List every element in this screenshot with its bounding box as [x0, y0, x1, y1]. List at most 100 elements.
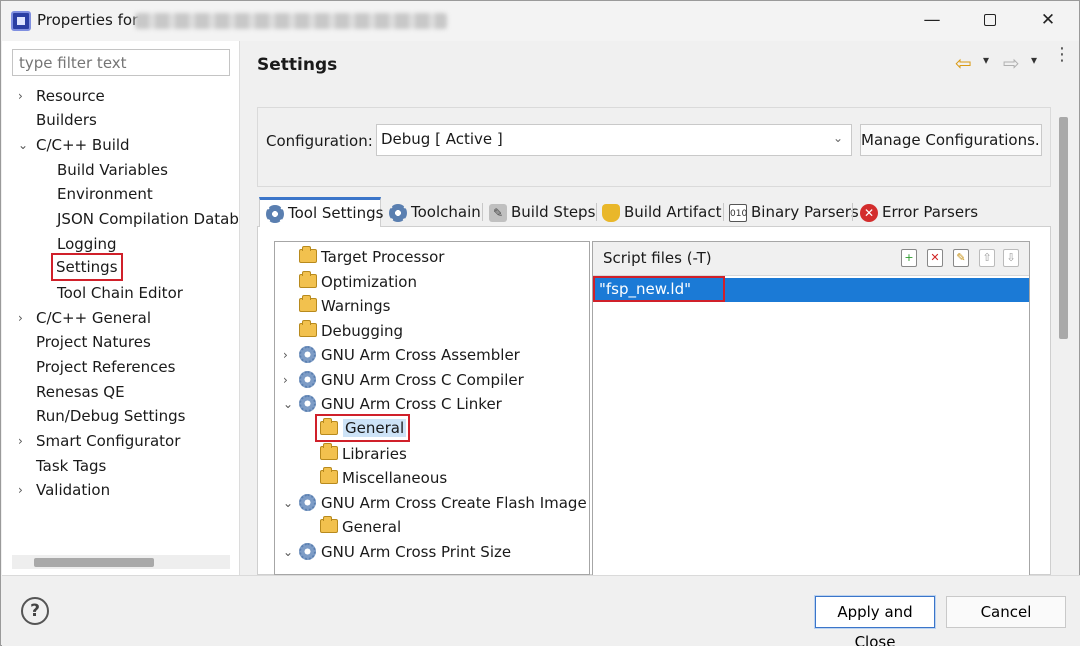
maximize-button[interactable]: [961, 1, 1019, 41]
gear-icon: [299, 543, 316, 560]
tree-item-warnings[interactable]: Warnings: [299, 294, 391, 318]
filter-input[interactable]: [12, 49, 230, 76]
close-button[interactable]: ✕: [1019, 1, 1077, 41]
app-icon: [11, 11, 31, 31]
move-down-icon[interactable]: ⇩: [1003, 249, 1019, 267]
nav-item-renesas-qe[interactable]: Renesas QE: [36, 380, 125, 404]
folder-icon: [299, 320, 317, 337]
cancel-button[interactable]: Cancel: [946, 596, 1066, 628]
forward-arrow-icon[interactable]: ⇨: [1003, 51, 1020, 75]
nav-item-resource[interactable]: › Resource: [18, 84, 105, 108]
folder-icon: [299, 271, 317, 288]
tab-tool-settings[interactable]: Tool Settings: [259, 197, 383, 228]
tree-item-gnu-arm-cross-create-flash-image[interactable]: GNU Arm Cross Create Flash Image: [299, 491, 587, 515]
tree-item-target-processor[interactable]: Target Processor: [299, 245, 444, 269]
tab-binary-parsers[interactable]: 010 Binary Parsers: [723, 199, 859, 227]
properties-dialog: Properties for — ✕ › Resource Builders ⌄…: [0, 0, 1080, 646]
chevron-down-icon[interactable]: ⌄: [283, 392, 293, 416]
tab-toolchain[interactable]: Toolchain: [383, 199, 481, 227]
nav-item-project-references[interactable]: Project References: [36, 355, 175, 379]
scrollbar-thumb[interactable]: [34, 558, 154, 567]
tree-item-label: Miscellaneous: [342, 469, 448, 487]
tab-label: Error Parsers: [882, 203, 979, 221]
move-up-icon[interactable]: ⇧: [979, 249, 995, 267]
folder-icon: [299, 246, 317, 263]
configuration-select[interactable]: Debug [ Active ] ⌄: [376, 124, 852, 156]
nav-item-project-natures[interactable]: Project Natures: [36, 330, 151, 354]
tree-item-debugging[interactable]: Debugging: [299, 319, 403, 343]
dialog-button-bar: ? Apply and Close Cancel: [2, 575, 1080, 646]
tab-build-steps[interactable]: ✎ Build Steps: [483, 199, 595, 227]
tree-item-linker-general[interactable]: General: [315, 414, 411, 442]
chevron-right-icon[interactable]: ›: [283, 368, 288, 392]
edit-icon[interactable]: ✎: [953, 249, 969, 267]
nav-item-smart-configurator[interactable]: › Smart Configurator: [18, 429, 180, 453]
nav-item-task-tags[interactable]: Task Tags: [36, 454, 106, 478]
tool-settings-panel: Target Processor Optimization Warnings D…: [257, 227, 1051, 575]
apply-and-close-button[interactable]: Apply and Close: [814, 595, 936, 646]
nav-item-label: Smart Configurator: [36, 432, 181, 450]
chevron-down-icon[interactable]: ⌄: [18, 133, 28, 157]
nav-item-tool-chain-editor[interactable]: Tool Chain Editor: [57, 281, 183, 305]
nav-item-builders[interactable]: Builders: [36, 108, 97, 132]
minimize-button[interactable]: —: [903, 1, 961, 41]
chevron-down-icon[interactable]: ⌄: [283, 491, 293, 515]
nav-item-validation[interactable]: › Validation: [18, 478, 110, 502]
wrench-icon: ✎: [489, 204, 507, 222]
tree-item-label: GNU Arm Cross C Linker: [321, 395, 502, 413]
tree-item-label: GNU Arm Cross Assembler: [321, 346, 520, 364]
tab-label: Toolchain: [411, 203, 481, 221]
gear-icon: [299, 494, 316, 511]
forward-history-dropdown-icon[interactable]: ▾: [1031, 53, 1037, 67]
tree-item-gnu-arm-cross-print-size[interactable]: GNU Arm Cross Print Size: [299, 540, 511, 564]
binary-icon: 010: [729, 204, 747, 222]
back-history-dropdown-icon[interactable]: ▾: [983, 53, 989, 67]
property-page-tree: › Resource Builders ⌄ C/C++ Build Build …: [2, 41, 240, 575]
tab-build-artifact[interactable]: Build Artifact: [596, 199, 722, 227]
tree-item-libraries[interactable]: Libraries: [320, 442, 407, 466]
tree-item-label: Libraries: [342, 445, 407, 463]
scrollbar-thumb[interactable]: [1059, 117, 1068, 339]
help-icon[interactable]: ?: [21, 597, 49, 625]
chevron-right-icon[interactable]: ›: [18, 84, 23, 108]
script-file-entry[interactable]: "fsp_new.ld": [593, 276, 725, 302]
tree-item-gnu-arm-cross-c-compiler[interactable]: GNU Arm Cross C Compiler: [299, 368, 524, 392]
gear-icon: [299, 371, 316, 388]
chevron-down-icon: ⌄: [832, 131, 843, 145]
tab-separator: [852, 203, 853, 221]
nav-item-environment[interactable]: Environment: [57, 182, 153, 206]
tree-item-miscellaneous[interactable]: Miscellaneous: [320, 466, 447, 490]
error-icon: ✕: [860, 204, 878, 222]
chevron-right-icon[interactable]: ›: [18, 478, 23, 502]
configuration-group: Configuration: Debug [ Active ] ⌄ Manage…: [257, 107, 1051, 187]
chevron-right-icon[interactable]: ›: [283, 343, 288, 367]
tree-item-gnu-arm-cross-c-linker[interactable]: GNU Arm Cross C Linker: [299, 392, 502, 416]
nav-item-build-variables[interactable]: Build Variables: [57, 158, 168, 182]
back-arrow-icon[interactable]: ⇦: [955, 51, 972, 75]
tree-item-optimization[interactable]: Optimization: [299, 270, 417, 294]
configuration-label: Configuration:: [266, 132, 373, 150]
chevron-down-icon[interactable]: ⌄: [283, 540, 293, 564]
delete-icon[interactable]: ✕: [927, 249, 943, 267]
window-title-project-name-redacted: [135, 13, 447, 29]
folder-icon: [320, 516, 338, 533]
manage-configurations-button[interactable]: Manage Configurations...: [860, 124, 1042, 156]
view-menu-icon[interactable]: ⋮: [1053, 46, 1071, 64]
vertical-scrollbar[interactable]: [1056, 101, 1070, 575]
settings-page: Settings ⇦ ▾ ⇨ ▾ ⋮ Configuration: Debug …: [241, 41, 1079, 575]
add-icon[interactable]: +: [901, 249, 917, 267]
tree-item-flash-general[interactable]: General: [320, 515, 401, 539]
nav-item-label: Resource: [36, 87, 105, 105]
list-item[interactable]: "fsp_new.ld": [593, 276, 1029, 302]
nav-item-cpp-build[interactable]: ⌄ C/C++ Build: [18, 133, 130, 157]
chevron-right-icon[interactable]: ›: [18, 306, 23, 330]
tab-error-parsers[interactable]: ✕ Error Parsers: [854, 199, 978, 227]
tree-item-gnu-arm-cross-assembler[interactable]: GNU Arm Cross Assembler: [299, 343, 520, 367]
nav-item-cpp-general[interactable]: › C/C++ General: [18, 306, 151, 330]
chevron-right-icon[interactable]: ›: [18, 429, 23, 453]
nav-item-json-compilation-database[interactable]: JSON Compilation Datab: [57, 207, 239, 231]
horizontal-scrollbar[interactable]: [12, 555, 230, 569]
nav-item-run-debug-settings[interactable]: Run/Debug Settings: [36, 404, 185, 428]
nav-item-settings[interactable]: Settings: [51, 253, 123, 281]
tool-settings-tree: Target Processor Optimization Warnings D…: [274, 241, 590, 575]
